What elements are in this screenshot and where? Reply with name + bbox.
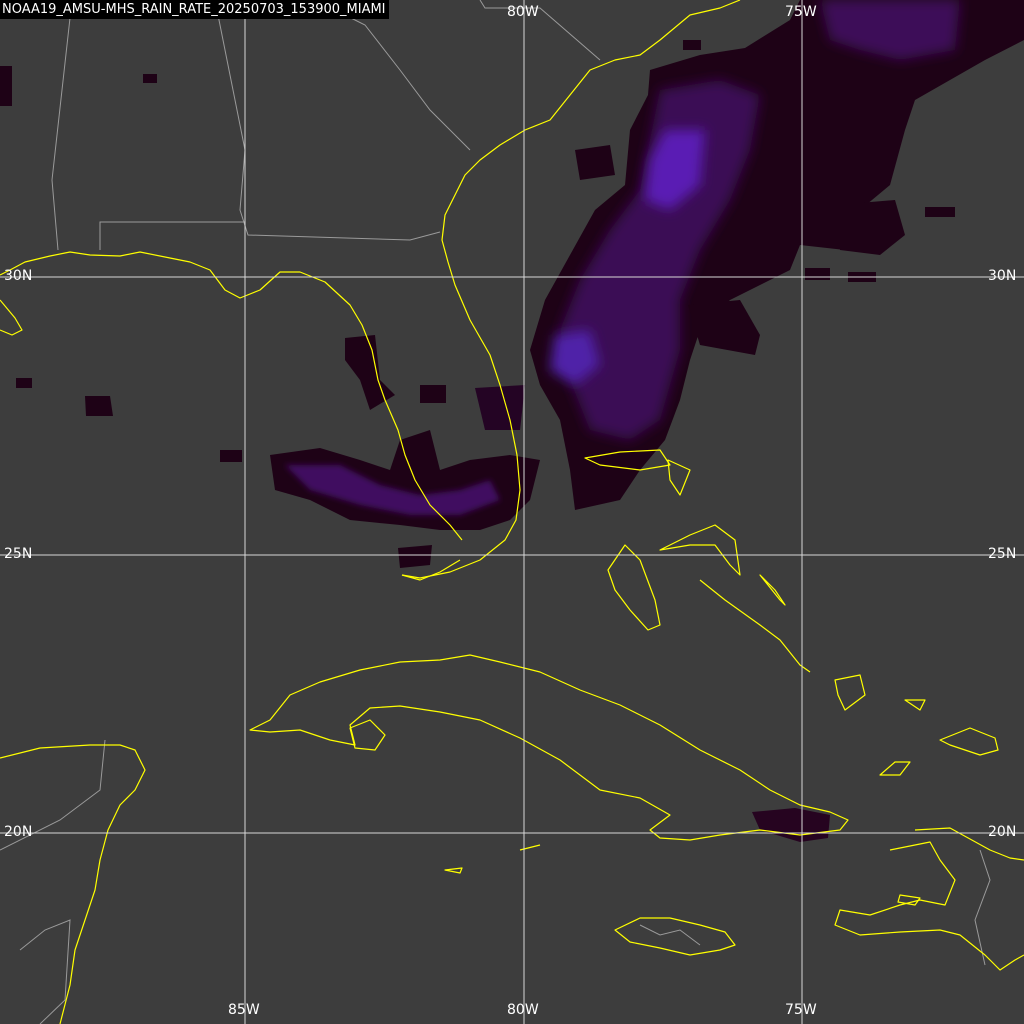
map-canvas bbox=[0, 0, 1024, 1024]
rain-cell-west bbox=[85, 396, 113, 416]
rain-cell-dot-8 bbox=[16, 378, 32, 388]
rain-cell-dot-6 bbox=[805, 268, 830, 280]
lat-label-right-20n: 20N bbox=[988, 824, 1017, 840]
product-title: NOAA19_AMSU-MHS_RAIN_RATE_20250703_15390… bbox=[0, 0, 389, 19]
rain-cell-dot-4 bbox=[220, 450, 242, 462]
lon-label-bottom-80w: 80W bbox=[507, 1002, 539, 1018]
rain-cell-dot-5 bbox=[925, 207, 955, 217]
lon-label-top-75w: 75W bbox=[785, 4, 817, 20]
lat-label-right-30n: 30N bbox=[988, 268, 1017, 284]
rain-cell-dot-2 bbox=[0, 66, 12, 106]
rain-cell-nw-small bbox=[575, 145, 615, 180]
lon-label-bottom-85w: 85W bbox=[228, 1002, 260, 1018]
rain-cell-dot-9 bbox=[683, 40, 701, 50]
lon-label-top-80w: 80W bbox=[507, 4, 539, 20]
rain-cell-dot-3 bbox=[420, 385, 446, 403]
rain-cell-dot-1 bbox=[143, 74, 157, 83]
lon-label-bottom-75w: 75W bbox=[785, 1002, 817, 1018]
lat-label-left-30n: 30N bbox=[4, 268, 33, 284]
rain-cell-keys bbox=[398, 545, 432, 568]
lat-label-right-25n: 25N bbox=[988, 546, 1017, 562]
lat-label-left-20n: 20N bbox=[4, 824, 33, 840]
lat-label-left-25n: 25N bbox=[4, 546, 33, 562]
